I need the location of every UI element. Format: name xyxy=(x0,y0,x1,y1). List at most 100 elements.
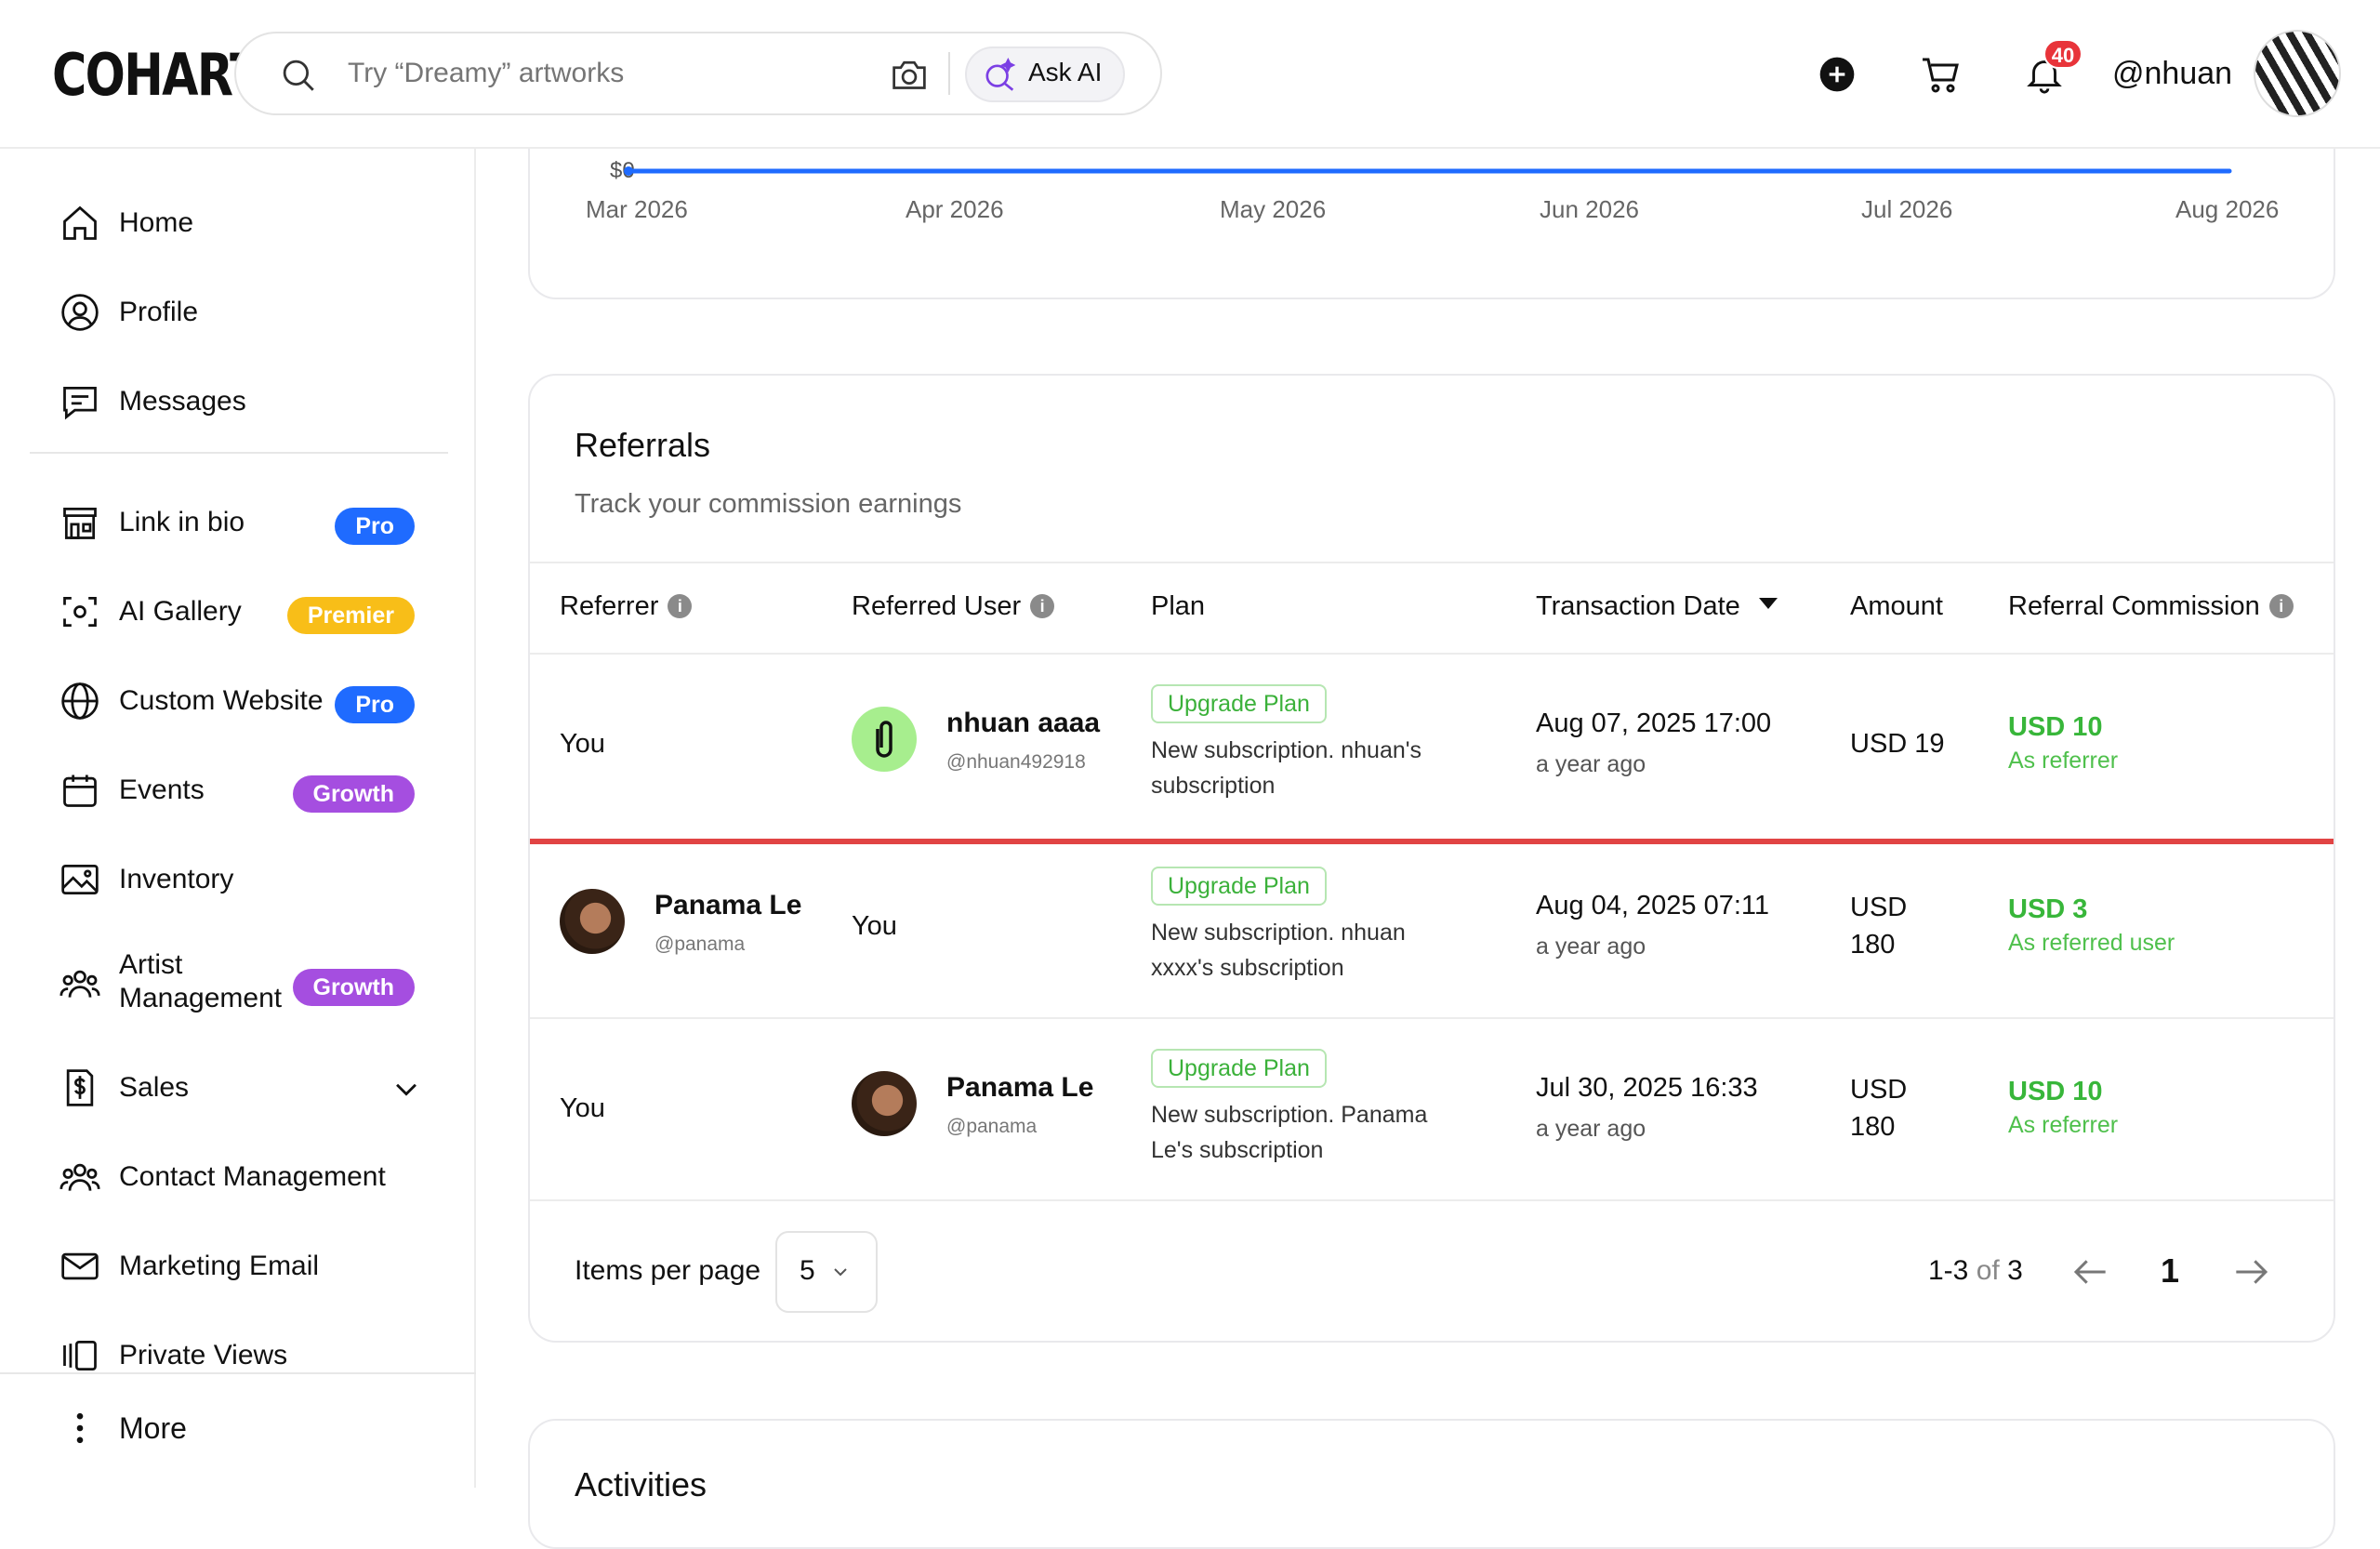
column-header-referrer[interactable]: Referrer i xyxy=(560,591,693,622)
pro-badge: Pro xyxy=(335,686,415,723)
transaction-date: Aug 07, 2025 17:00 xyxy=(1536,708,1772,738)
paperclip-logo-icon xyxy=(876,721,892,758)
plan-description: New subscription. nhuan's subscription xyxy=(1151,737,1422,799)
sidebar-item-messages[interactable]: Messages xyxy=(60,374,422,430)
sidebar-item-artist-management[interactable]: Artist Management Growth xyxy=(60,949,422,1013)
sidebar-item-private-views[interactable]: Private Views xyxy=(60,1328,422,1384)
image-icon xyxy=(61,864,99,895)
cart-icon[interactable] xyxy=(1919,52,1964,97)
referred-user-name[interactable]: nhuan aaaa xyxy=(946,705,1100,742)
search-input[interactable] xyxy=(348,58,868,89)
commission-amount: USD 10 xyxy=(2008,1077,2103,1106)
sidebar-more-label: More xyxy=(119,1411,187,1445)
chevron-down-icon[interactable] xyxy=(390,1073,422,1105)
row-drop-indicator xyxy=(530,839,2334,844)
mail-icon xyxy=(61,1252,99,1280)
referred-user-handle: @panama xyxy=(946,1116,1038,1137)
x-axis-tick: Apr 2026 xyxy=(906,195,1004,223)
ai-sparkle-icon xyxy=(985,58,1016,91)
arrow-right-icon[interactable] xyxy=(2233,1255,2270,1289)
avatar[interactable] xyxy=(560,889,625,954)
info-icon[interactable]: i xyxy=(668,594,693,618)
transaction-relative-date: a year ago xyxy=(1536,1116,1646,1142)
search-icon xyxy=(283,60,314,91)
sidebar-item-sales[interactable]: Sales xyxy=(60,1060,422,1116)
sidebar-item-marketing-email[interactable]: Marketing Email xyxy=(60,1238,422,1294)
referrer-name[interactable]: Panama Le xyxy=(654,887,801,924)
sidebar-item-profile[interactable]: Profile xyxy=(60,285,422,340)
items-per-page-select[interactable] xyxy=(775,1231,878,1313)
referred-user-cell: You xyxy=(852,911,897,941)
sidebar-item-label: Custom Website xyxy=(119,685,324,716)
referred-user-name[interactable]: Panama Le xyxy=(946,1069,1093,1106)
referrer-cell: You xyxy=(560,729,605,759)
plan-description: New subscription. Panama Le's subscripti… xyxy=(1151,1102,1428,1163)
sidebar-item-link-in-bio[interactable]: Link in bio Pro xyxy=(60,495,422,550)
plan-tag: Upgrade Plan xyxy=(1151,1049,1327,1088)
gallery-stack-icon xyxy=(63,1340,97,1371)
notification-badge: 40 xyxy=(2043,39,2082,69)
sidebar-item-home[interactable]: Home xyxy=(60,195,422,251)
sidebar-item-ai-gallery[interactable]: AI Gallery Premier xyxy=(60,584,422,640)
sidebar-item-label: Events xyxy=(119,774,205,805)
sidebar-item-inventory[interactable]: Inventory xyxy=(60,852,422,907)
message-icon xyxy=(63,386,97,420)
add-icon[interactable] xyxy=(1818,56,1856,93)
commission-role: As referrer xyxy=(2008,1112,2119,1138)
referrer-handle: @panama xyxy=(654,933,746,955)
sidebar-more-button[interactable]: More xyxy=(60,1400,422,1456)
current-page[interactable]: 1 xyxy=(2161,1251,2179,1291)
pro-badge: Pro xyxy=(335,508,415,545)
info-icon[interactable]: i xyxy=(2268,594,2294,618)
sidebar-item-label: Contact Management xyxy=(119,1161,386,1192)
users-icon xyxy=(60,970,100,998)
globe-icon xyxy=(61,682,99,720)
plan-tag: Upgrade Plan xyxy=(1151,867,1327,906)
column-header-plan[interactable]: Plan xyxy=(1151,591,1205,622)
sidebar-item-label: Sales xyxy=(119,1072,190,1103)
sidebar-item-custom-website[interactable]: Custom Website Pro xyxy=(60,673,422,729)
scan-face-icon xyxy=(63,596,97,628)
referrals-subtitle: Track your commission earnings xyxy=(575,489,962,519)
username-label[interactable]: @nhuan xyxy=(2112,56,2232,92)
table-divider xyxy=(530,562,2334,563)
user-circle-icon xyxy=(61,294,99,331)
x-axis-tick: Jul 2026 xyxy=(1861,195,1953,223)
camera-icon[interactable] xyxy=(889,56,930,93)
x-axis-tick: Mar 2026 xyxy=(586,195,688,223)
info-icon[interactable]: i xyxy=(1030,594,1055,618)
user-avatar[interactable] xyxy=(2254,30,2341,117)
amount-cell: USD 180 xyxy=(1850,893,1908,960)
x-axis-tick: Jun 2026 xyxy=(1540,195,1639,223)
avatar[interactable] xyxy=(852,1071,917,1136)
referred-user-handle: @nhuan492918 xyxy=(946,751,1086,773)
transaction-relative-date: a year ago xyxy=(1536,751,1646,777)
x-axis-tick: May 2026 xyxy=(1220,195,1327,223)
cohart-logo[interactable]: COHART xyxy=(52,41,262,109)
chart-line xyxy=(624,166,2232,176)
dollar-doc-icon xyxy=(66,1069,94,1106)
column-header-referral-commission[interactable]: Referral Commission i xyxy=(2008,591,2294,622)
activities-card xyxy=(528,1419,2335,1549)
avatar[interactable] xyxy=(852,707,917,772)
arrow-left-icon[interactable] xyxy=(2071,1255,2109,1289)
table-divider xyxy=(530,1017,2334,1019)
sidebar-item-label: Marketing Email xyxy=(119,1251,320,1281)
more-vertical-icon xyxy=(76,1412,84,1444)
activities-title: Activities xyxy=(575,1465,707,1503)
sort-down-icon[interactable] xyxy=(1758,598,1778,609)
column-header-referred-user[interactable]: Referred User i xyxy=(852,591,1055,622)
plan-tag: Upgrade Plan xyxy=(1151,684,1327,723)
home-icon xyxy=(63,205,97,240)
sidebar-item-label: Artist Management xyxy=(119,949,283,1013)
column-header-transaction-date[interactable]: Transaction Date xyxy=(1536,591,1778,622)
sidebar-item-label: Private Views xyxy=(119,1340,288,1370)
commission-role: As referrer xyxy=(2008,748,2119,774)
sidebar-item-label: Profile xyxy=(119,297,199,327)
x-axis-tick: Aug 2026 xyxy=(2175,195,2280,223)
sidebar-item-events[interactable]: Events Growth xyxy=(60,762,422,818)
items-per-page-value: 5 xyxy=(800,1255,815,1286)
sidebar-item-contact-management[interactable]: Contact Management xyxy=(60,1149,422,1205)
column-header-amount[interactable]: Amount xyxy=(1850,591,1943,622)
contacts-icon xyxy=(60,1163,100,1191)
